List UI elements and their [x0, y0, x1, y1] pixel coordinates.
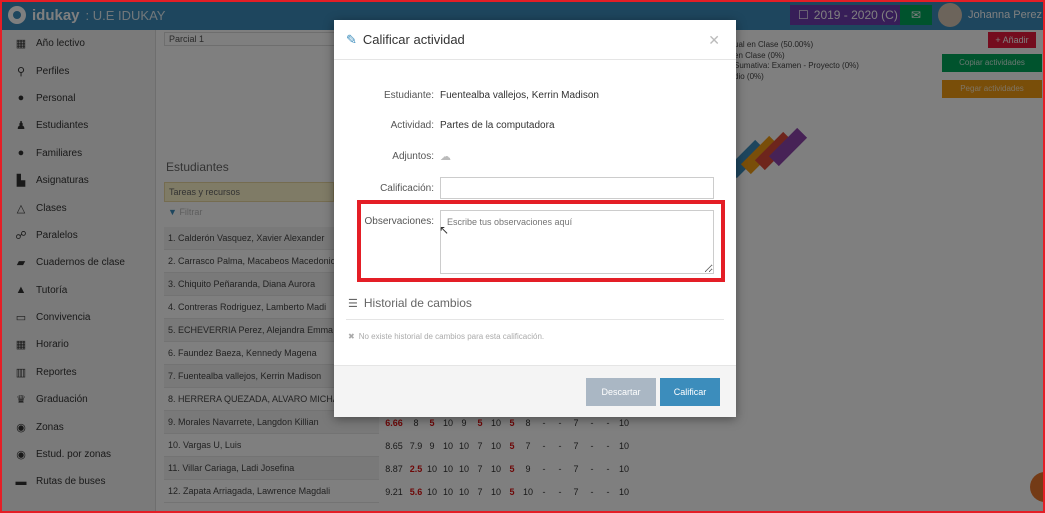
- x-icon: ✖: [348, 332, 355, 341]
- discard-button[interactable]: Descartar: [586, 378, 656, 406]
- grade-label: Calificación:: [380, 182, 434, 194]
- modal-footer: Descartar Calificar: [334, 365, 736, 417]
- activity-row: Actividad: Partes de la computadora: [334, 120, 736, 131]
- grade-button[interactable]: Calificar: [660, 378, 720, 406]
- student-value: Fuentealba vallejos, Kerrin Madison: [440, 90, 599, 101]
- history-empty-text: No existe historial de cambios para esta…: [358, 332, 545, 341]
- modal-title: Calificar actividad: [362, 32, 465, 47]
- activity-label: Actividad:: [390, 120, 434, 131]
- mouse-cursor-icon: ↖: [439, 223, 450, 237]
- modal-header: ✎ Calificar actividad ✕: [334, 20, 736, 60]
- history-empty-message: ✖ No existe historial de cambios para es…: [348, 332, 544, 341]
- history-title: ☰ Historial de cambios: [348, 296, 472, 310]
- close-icon[interactable]: ✕: [708, 32, 720, 49]
- observations-label: Observaciones:: [364, 216, 434, 227]
- cloud-upload-icon[interactable]: ☁: [440, 150, 451, 163]
- activity-value: Partes de la computadora: [440, 120, 555, 131]
- observations-row: Observaciones:: [334, 210, 736, 274]
- divider: [346, 319, 724, 320]
- observations-input[interactable]: [440, 210, 714, 274]
- history-title-text: Historial de cambios: [363, 296, 472, 310]
- grade-input[interactable]: [440, 177, 714, 199]
- attachments-row: Adjuntos: ☁: [334, 150, 736, 163]
- student-label: Estudiante:: [383, 90, 434, 101]
- list-icon: ☰: [348, 297, 358, 310]
- pencil-icon: ✎: [346, 31, 357, 47]
- grade-activity-modal: ✎ Calificar actividad ✕ Estudiante: Fuen…: [334, 20, 736, 417]
- student-row: Estudiante: Fuentealba vallejos, Kerrin …: [334, 90, 736, 101]
- attachments-label: Adjuntos:: [392, 151, 434, 162]
- grade-row: Calificación:: [334, 177, 736, 199]
